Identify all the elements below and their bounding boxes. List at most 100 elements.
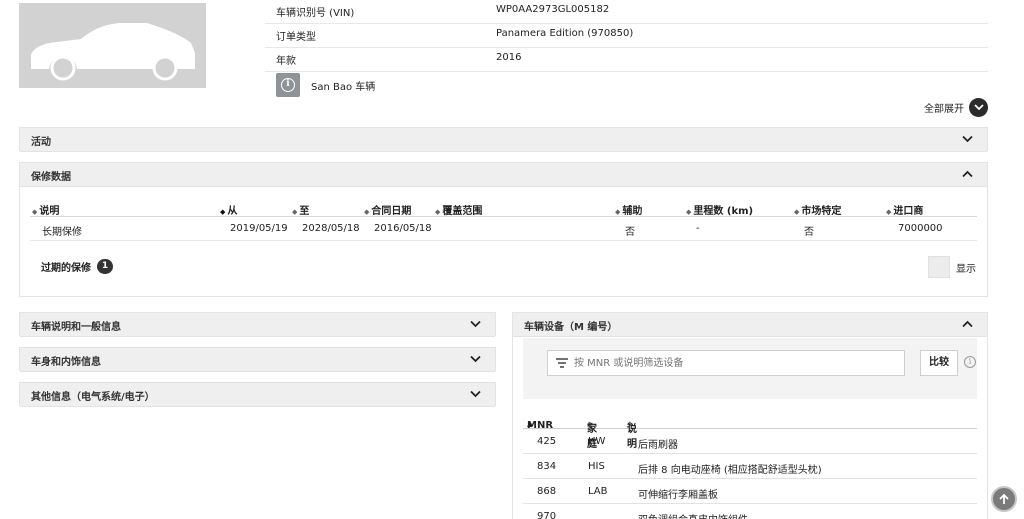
model-year-value: 2016 [496,52,522,63]
activity-section: 活动 [19,127,988,152]
col-contract-date[interactable]: ◆ 合同日期 [364,202,411,217]
info-icon[interactable]: i [276,73,300,97]
scroll-to-top-button[interactable] [991,486,1017,512]
other-info-header[interactable]: 其他信息（电气系统/电子） [20,383,495,407]
model-year-label: 年款 [276,56,296,67]
sort-down-icon: ◆ [220,208,226,216]
arrow-up-icon [999,493,1009,504]
cell-mnr: 868 [537,486,557,497]
vin-value: WP0AA2973GL005182 [496,4,610,15]
sort-icon: ◆ [686,208,692,216]
chevron-down-icon [470,320,481,328]
cell-description: 后雨刷器 [638,440,678,451]
cell-mnr: 425 [537,436,557,447]
cell-description: 可伸缩行李厢盖板 [638,490,718,501]
col-auxiliary[interactable]: ◆ 辅助 [615,202,642,217]
compare-button[interactable]: 比较 [920,350,958,376]
expired-count-badge: 1 [97,259,113,274]
equipment-title: 车辆设备（M 编号） [524,322,618,333]
activity-header[interactable]: 活动 [20,128,987,152]
order-type-value: Panamera Edition (970850) [496,28,634,39]
expired-warranty-label: 过期的保修 [41,263,91,274]
order-type-row: 订单类型 Panamera Edition (970850) [265,24,988,48]
body-interior-header[interactable]: 车身和内饰信息 [20,348,495,372]
equipment-table: ▲ MNR ◆ 家庭 ◆ 说明 425 HW 后雨刷器 834 HIS 后排 8 向电… [523,410,977,519]
table-row: 868 LAB 可伸缩行李厢盖板 [523,479,977,504]
show-label: 显示 [956,263,976,275]
other-info-section: 其他信息（电气系统/电子） [19,382,496,407]
col-mileage[interactable]: ◆ 里程数 (km) [686,202,753,217]
warranty-title: 保修数据 [31,172,71,183]
sort-icon: ◆ [435,208,441,216]
warranty-table-header: ◆ 说明 ◆ 从 ◆ 至 ◆ 合同日期 ◆ 覆盖范围 ◆ 辅助 ◆ 里程数 (km) ◆ 市场特… [30,198,977,217]
chevron-down-icon [470,355,481,363]
cell-description: 后排 8 向电动座椅 (相应搭配舒适型头枕) [638,465,822,476]
col-from[interactable]: ◆ 从 [220,202,237,217]
warranty-table: ◆ 说明 ◆ 从 ◆ 至 ◆ 合同日期 ◆ 覆盖范围 ◆ 辅助 ◆ 里程数 (km) ◆ 市场特… [30,198,977,241]
cell-description: 长期保修 [42,227,82,238]
sort-icon: ◆ [32,208,38,216]
cell-family: HIS [588,461,605,472]
cell-auxiliary: 否 [625,227,635,238]
cell-to: 2028/05/18 [302,223,360,234]
warranty-section: 保修数据 ◆ 说明 ◆ 从 ◆ 至 ◆ 合同日期 ◆ 覆盖范围 ◆ 辅助 ◆ 里程数 (km)… [19,162,988,297]
col-market-specific[interactable]: ◆ 市场特定 [794,202,841,217]
model-year-row: 年款 2016 [265,48,988,72]
order-type-label: 订单类型 [276,32,316,43]
sort-icon: ◆ [615,208,621,216]
other-info-title: 其他信息（电气系统/电子） [31,392,155,403]
vin-row: 车辆识别号 (VIN) WP0AA2973GL005182 [265,0,988,24]
vehicle-description-header[interactable]: 车辆说明和一般信息 [20,313,495,337]
col-description[interactable]: ◆ 说明 [32,202,59,217]
warranty-header[interactable]: 保修数据 [20,163,987,187]
expand-all-button[interactable]: 全部展开 [924,97,988,117]
equipment-section: 车辆设备（M 编号） 比较 i ▲MNR ◆家庭 ◆说明 425 HW 后雨刷器… [512,312,988,519]
filter-icon [556,358,568,368]
equipment-table-header: ▲ MNR ◆ 家庭 ◆ 说明 [523,410,977,450]
table-row: 425 HW 后雨刷器 [523,429,977,454]
cell-importer: 7000000 [898,223,943,234]
col-importer[interactable]: ◆ 进口商 [886,202,923,217]
equipment-filter-area: 比较 i [523,338,977,399]
show-expired-toggle[interactable]: 显示 [928,256,976,278]
cell-mnr: 834 [537,461,557,472]
chevron-down-icon [470,390,481,398]
vin-label: 车辆识别号 (VIN) [276,8,355,19]
body-interior-section: 车身和内饰信息 [19,347,496,372]
col-to[interactable]: ◆ 至 [292,202,309,217]
equipment-filter-input[interactable] [574,355,894,372]
table-row: 长期保修 2019/05/19 2028/05/18 2016/05/18 否 … [30,217,977,241]
sanbao-label: San Bao 车辆 [311,81,376,93]
equipment-header[interactable]: 车辆设备（M 编号） [513,313,987,337]
vehicle-info-table: 车辆识别号 (VIN) WP0AA2973GL005182 订单类型 Panam… [265,0,988,72]
sort-icon: ◆ [886,208,892,216]
table-row: 834 HIS 后排 8 向电动座椅 (相应搭配舒适型头枕) [523,454,977,479]
cell-description: 双色调组合真皮内饰组件 [638,511,748,519]
sort-icon: ◆ [364,208,370,216]
equipment-filter-field[interactable] [547,350,905,376]
activity-title: 活动 [31,137,51,148]
table-row: 970 双色调组合真皮内饰组件 [523,504,977,519]
chevron-up-icon [962,320,973,328]
cell-family: HW [588,436,606,447]
expand-all-label: 全部展开 [924,103,964,115]
chevron-down-icon [962,135,973,143]
vehicle-description-title: 车辆说明和一般信息 [31,322,121,333]
vehicle-image [19,3,206,88]
sort-icon: ◆ [292,208,298,216]
cell-from: 2019/05/19 [230,223,288,234]
sanbao-vehicle: i San Bao 车辆 [276,73,375,97]
expired-warranty[interactable]: 过期的保修 1 [41,259,113,274]
cell-contract-date: 2016/05/18 [374,223,432,234]
vehicle-description-section: 车辆说明和一般信息 [19,312,496,337]
chevron-up-icon [962,170,973,178]
cell-market-specific: 否 [804,227,814,238]
cell-mnr: 970 [537,511,557,519]
info-icon[interactable]: i [964,356,976,368]
col-coverage[interactable]: ◆ 覆盖范围 [435,202,482,217]
cell-family: LAB [588,486,608,497]
toggle-checkbox[interactable] [928,256,950,278]
body-interior-title: 车身和内饰信息 [31,357,101,368]
sort-icon: ◆ [794,208,800,216]
cell-mileage: - [696,223,700,234]
